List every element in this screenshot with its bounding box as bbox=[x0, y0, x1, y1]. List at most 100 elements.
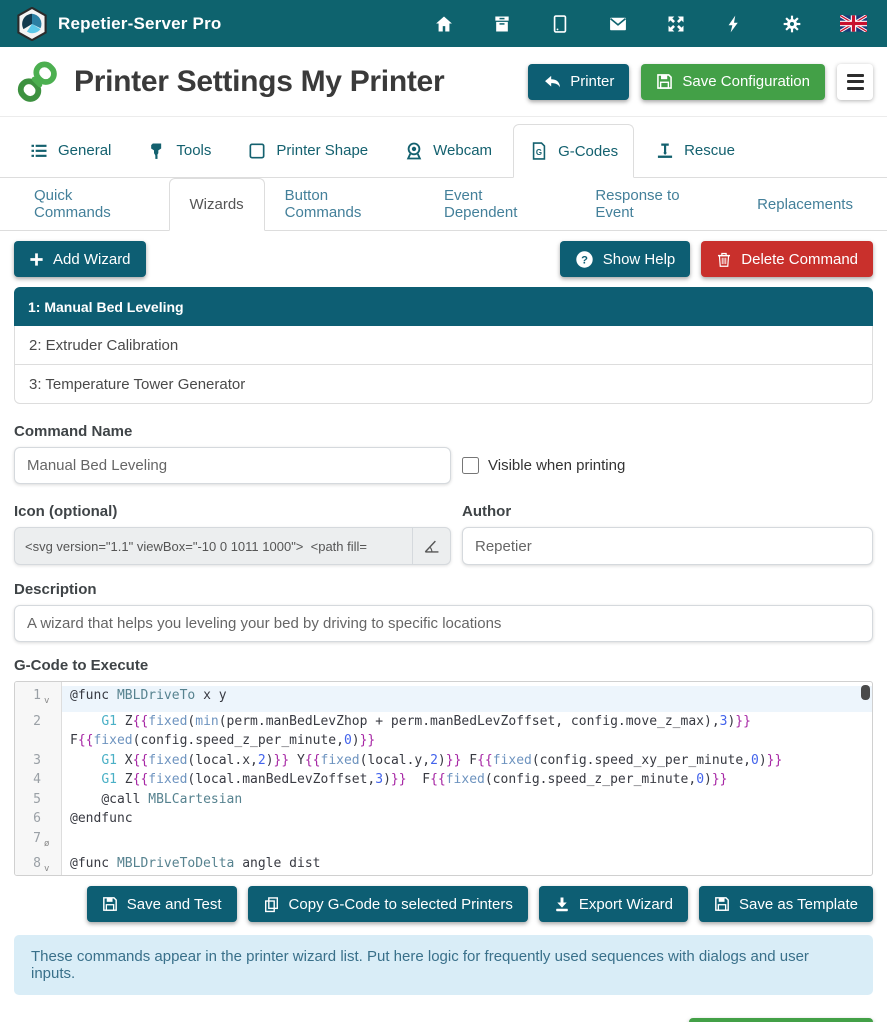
add-wizard-button[interactable]: Add Wizard bbox=[14, 241, 146, 277]
subtab-wizards[interactable]: Wizards bbox=[169, 178, 265, 231]
gutter-cell: 4 bbox=[15, 770, 62, 790]
tab-webcam[interactable]: Webcam bbox=[389, 124, 507, 177]
printer-button[interactable]: Printer bbox=[528, 64, 629, 100]
visible-when-printing-label: Visible when printing bbox=[488, 457, 625, 474]
tab-g-codes[interactable]: G G-Codes bbox=[513, 124, 634, 178]
webcam-icon bbox=[404, 141, 424, 161]
command-name-input[interactable] bbox=[14, 447, 451, 484]
chain-link-icon bbox=[14, 59, 60, 105]
wizard-item-extruder-calibration[interactable]: 2: Extruder Calibration bbox=[14, 326, 873, 365]
export-wizard-button[interactable]: Export Wizard bbox=[539, 886, 688, 922]
gutter-cell: 1v bbox=[15, 686, 62, 712]
floppy-icon bbox=[714, 896, 730, 912]
footer-actions: Save Configuration bbox=[0, 995, 887, 1022]
line-number: 2 bbox=[15, 712, 41, 751]
brand[interactable]: Repetier-Server Pro bbox=[16, 7, 221, 41]
save-and-test-button[interactable]: Save and Test bbox=[87, 886, 237, 922]
tab-printer-shape[interactable]: Printer Shape bbox=[232, 124, 383, 177]
description-input[interactable] bbox=[14, 605, 873, 642]
angle-level-icon bbox=[423, 538, 440, 555]
wizard-item-manual-bed-leveling[interactable]: 1: Manual Bed Leveling bbox=[14, 287, 873, 326]
author-label: Author bbox=[462, 503, 873, 520]
tablet-icon[interactable] bbox=[549, 13, 570, 34]
bolt-icon[interactable] bbox=[723, 13, 744, 34]
question-icon: ? bbox=[575, 250, 594, 269]
visible-when-printing-checkbox[interactable] bbox=[462, 457, 479, 474]
gcode-label: G-Code to Execute bbox=[14, 657, 873, 674]
repetier-logo-icon bbox=[16, 7, 48, 41]
icon-label: Icon (optional) bbox=[14, 503, 451, 520]
tab-rescue[interactable]: Rescue bbox=[640, 124, 750, 177]
footer-save-configuration-button[interactable]: Save Configuration bbox=[689, 1018, 873, 1022]
code-line[interactable]: 4 G1 Z{{fixed(local.manBedLevZoffset,3)}… bbox=[15, 770, 872, 790]
line-number: 7 bbox=[15, 829, 41, 855]
gutter-cell: 8v bbox=[15, 854, 62, 876]
messages-icon[interactable] bbox=[607, 13, 628, 34]
description-label: Description bbox=[14, 581, 873, 598]
trash-icon bbox=[716, 251, 732, 268]
printer-box-icon[interactable] bbox=[491, 13, 512, 34]
navbar-icons bbox=[433, 13, 871, 34]
editor-scrollbar[interactable] bbox=[861, 685, 870, 700]
tab-tools[interactable]: Tools bbox=[132, 124, 226, 177]
gear-icon[interactable] bbox=[781, 13, 802, 34]
gcode-editor[interactable]: 1v@func MBLDriveTo x y2 G1 Z{{fixed(min(… bbox=[14, 681, 873, 876]
uk-flag-icon[interactable] bbox=[839, 13, 867, 34]
icon-preview-button[interactable] bbox=[412, 528, 450, 564]
save-as-template-button[interactable]: Save as Template bbox=[699, 886, 873, 922]
page-title: Printer Settings My Printer bbox=[74, 65, 444, 99]
save-configuration-button[interactable]: Save Configuration bbox=[641, 64, 825, 100]
home-icon[interactable] bbox=[433, 13, 454, 34]
fold-arrow-icon[interactable]: v bbox=[41, 686, 55, 712]
code-line[interactable]: 2 G1 Z{{fixed(min(perm.manBedLevZhop + p… bbox=[15, 712, 872, 751]
bottom-actions: Save and Test Copy G-Code to selected Pr… bbox=[0, 876, 887, 922]
subtab-replacements[interactable]: Replacements bbox=[737, 178, 873, 230]
info-text: These commands appear in the printer wiz… bbox=[31, 948, 809, 982]
gutter-cell: 6 bbox=[15, 809, 62, 829]
code-line[interactable]: 6@endfunc bbox=[15, 809, 872, 829]
expand-arrows-icon[interactable] bbox=[665, 13, 686, 34]
svg-text:?: ? bbox=[581, 254, 588, 266]
back-arrow-icon bbox=[543, 73, 561, 91]
subtab-response-to-event[interactable]: Response to Event bbox=[575, 178, 737, 230]
subtab-event-dependent[interactable]: Event Dependent bbox=[424, 178, 575, 230]
show-help-button[interactable]: ? Show Help bbox=[560, 241, 691, 277]
subtab-quick-commands[interactable]: Quick Commands bbox=[14, 178, 169, 230]
delete-command-button[interactable]: Delete Command bbox=[701, 241, 873, 277]
download-icon bbox=[554, 896, 570, 912]
brand-name: Repetier-Server Pro bbox=[58, 14, 221, 34]
floppy-icon bbox=[656, 73, 673, 90]
menu-button[interactable] bbox=[837, 64, 873, 100]
tab-general[interactable]: General bbox=[14, 124, 126, 177]
extruder-icon bbox=[147, 141, 167, 161]
svg-text:G: G bbox=[536, 148, 542, 157]
fold-arrow-icon[interactable]: v bbox=[41, 854, 55, 876]
code-line[interactable]: 5 @call MBLCartesian bbox=[15, 790, 872, 810]
floppy-icon bbox=[102, 896, 118, 912]
line-number: 8 bbox=[15, 854, 41, 876]
gcode-editor-lines: 1v@func MBLDriveTo x y2 G1 Z{{fixed(min(… bbox=[15, 682, 872, 876]
line-number: 6 bbox=[15, 809, 41, 829]
code-line[interactable]: 1v@func MBLDriveTo x y bbox=[15, 686, 872, 712]
line-number: 5 bbox=[15, 790, 41, 810]
code-line[interactable]: 7ø bbox=[15, 829, 872, 855]
command-name-label: Command Name bbox=[14, 423, 451, 440]
gutter-cell: 2 bbox=[15, 712, 62, 751]
plus-icon bbox=[29, 252, 44, 267]
copy-gcode-button[interactable]: Copy G-Code to selected Printers bbox=[248, 886, 528, 922]
gcode-file-icon: G bbox=[529, 141, 549, 161]
line-number: 4 bbox=[15, 770, 41, 790]
sub-tabs: Quick Commands Wizards Button Commands E… bbox=[0, 178, 887, 231]
code-line[interactable]: 3 G1 X{{fixed(local.x,2)}} Y{{fixed(loca… bbox=[15, 751, 872, 771]
icon-input[interactable] bbox=[15, 528, 412, 564]
author-input[interactable] bbox=[462, 527, 873, 565]
subtab-button-commands[interactable]: Button Commands bbox=[265, 178, 424, 230]
icon-field-group bbox=[14, 527, 451, 565]
wizard-item-temperature-tower[interactable]: 3: Temperature Tower Generator bbox=[14, 365, 873, 404]
wizard-toolbar: Add Wizard ? Show Help Delete Command bbox=[0, 231, 887, 277]
wizard-form: Command Name Visible when printing Icon … bbox=[0, 404, 887, 876]
code-line[interactable]: 8v@func MBLDriveToDelta angle dist bbox=[15, 854, 872, 876]
empty-line-marker: ø bbox=[41, 829, 55, 855]
page-header: Printer Settings My Printer Printer Save… bbox=[0, 47, 887, 117]
gutter-cell: 7ø bbox=[15, 829, 62, 855]
